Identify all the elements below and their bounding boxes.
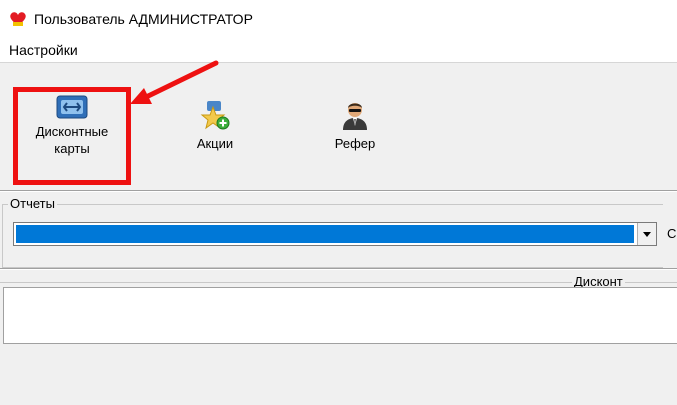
separator [0, 268, 677, 270]
referrer-button[interactable]: Рефер [295, 99, 415, 152]
window-title: Пользователь АДМИНИСТРАТОР [34, 11, 253, 27]
reports-group-label: Отчеты [8, 196, 57, 211]
highlight-box [13, 87, 131, 185]
heart-app-icon [10, 12, 26, 26]
menu-bar: Настройки [0, 38, 677, 63]
combobox-dropdown-button[interactable] [637, 223, 656, 245]
promotions-label: Акции [196, 136, 234, 151]
reports-side-label: С [667, 226, 677, 241]
combobox-selection [16, 225, 634, 243]
red-arrow-annotation [130, 60, 219, 104]
referrer-label: Рефер [334, 136, 376, 151]
discount-panel[interactable] [3, 287, 677, 344]
menu-item-settings[interactable]: Настройки [9, 42, 78, 58]
agent-person-icon [343, 103, 367, 130]
title-bar: Пользователь АДМИНИСТРАТОР [0, 0, 677, 38]
separator [0, 190, 677, 192]
reports-combobox[interactable] [13, 222, 657, 246]
